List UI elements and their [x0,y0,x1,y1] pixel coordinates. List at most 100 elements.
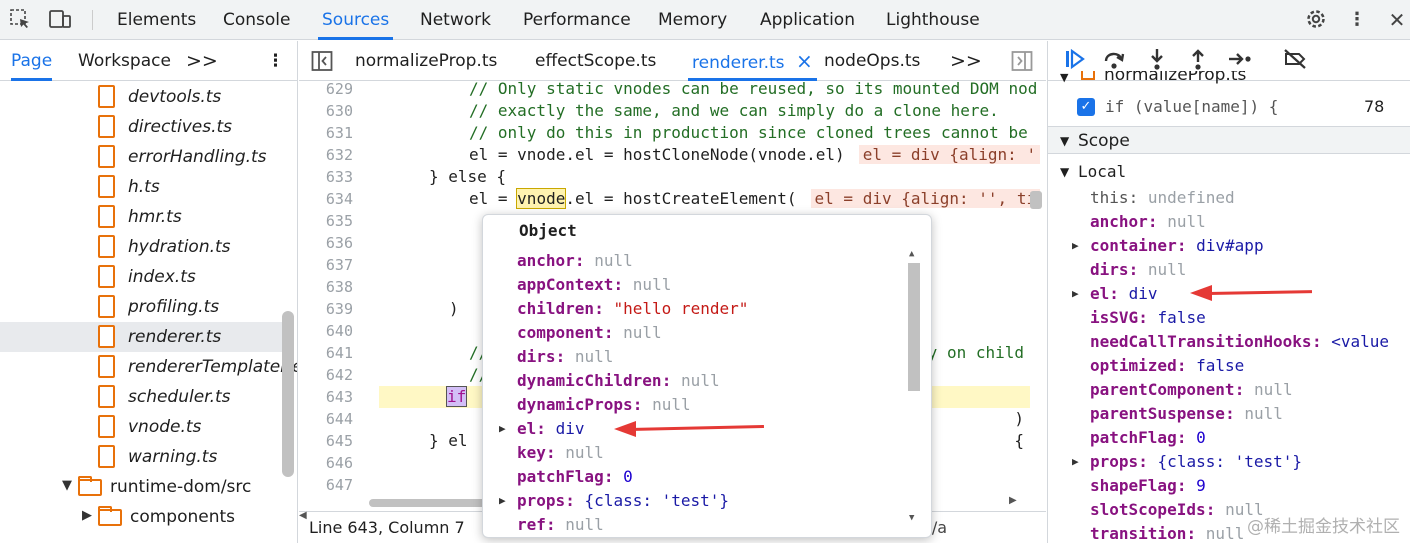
line-number[interactable]: 633 [299,166,353,188]
file-item[interactable]: hmr.ts [0,202,282,232]
more-editor-tabs-button[interactable]: >> [950,41,982,81]
line-number[interactable]: 642 [299,364,353,386]
property-row[interactable]: anchor null: [483,249,903,273]
line-number[interactable]: 636 [299,232,353,254]
file-item[interactable]: directives.ts [0,112,282,142]
tab-lighthouse[interactable]: Lighthouse [886,0,980,40]
property-row[interactable]: dynamicChildren null: [483,369,903,393]
expand-arrow-icon[interactable]: ▶ [499,417,506,441]
scope-variable[interactable]: parentSuspense: null [1048,402,1410,426]
settings-icon[interactable] [1304,8,1328,32]
property-row[interactable]: appContext null: [483,273,903,297]
file-item[interactable]: hydration.ts [0,232,282,262]
local-scope-header[interactable]: ▼ Local [1048,160,1410,184]
expand-arrow-icon[interactable]: ▶ [499,489,506,513]
scope-header[interactable]: ▼ Scope [1048,126,1410,154]
scope-variable[interactable]: shapeFlag:9 [1048,474,1410,498]
toggle-debugger-icon[interactable] [1011,50,1033,72]
file-item[interactable]: h.ts [0,172,282,202]
file-item[interactable]: index.ts [0,262,282,292]
file-item[interactable]: vnode.ts [0,412,282,442]
close-icon[interactable]: ✕ [1385,8,1409,32]
scroll-left-arrow-icon[interactable]: ◀ [299,500,307,532]
folder-item[interactable]: ▶ components [0,502,282,532]
breakpoint-row[interactable]: ✓ if (value[name]) { 78 [1048,95,1410,119]
scroll-down-arrow-icon[interactable]: ▼ [909,513,914,523]
tab-performance[interactable]: Performance [523,0,631,40]
scroll-right-arrow-icon[interactable]: ▶ [1009,495,1017,506]
property-row[interactable]: patchFlag 0: [483,465,903,489]
tab-network[interactable]: Network [420,0,491,40]
line-number[interactable]: 635 [299,210,353,232]
tab-effectscope[interactable]: effectScope.ts [535,41,656,81]
file-item[interactable]: errorHandling.ts [0,142,282,172]
popover-scrollbar[interactable]: ▲ ▼ [907,249,921,529]
line-number[interactable]: 645 [299,430,353,452]
tab-sources[interactable]: Sources [317,0,394,40]
close-tab-icon[interactable]: × [796,49,813,73]
property-row[interactable]: component null: [483,321,903,345]
expand-arrow-icon[interactable]: ▶ [1072,450,1079,474]
scope-variable[interactable]: this: undefined [1048,186,1410,210]
property-row[interactable]: dynamicProps null: [483,393,903,417]
line-number[interactable]: 629 [299,82,353,100]
line-number[interactable]: 640 [299,320,353,342]
property-row[interactable]: children "hello render": [483,297,903,321]
scope-variable[interactable]: anchor: null [1048,210,1410,234]
scope-variable[interactable]: isSVG: false [1048,306,1410,330]
file-item[interactable]: rendererTemplateRe [0,352,297,382]
scope-variable[interactable]: ▶ props: {class: 'test'} [1048,450,1410,474]
inspect-icon[interactable] [8,8,32,32]
line-number[interactable]: 637 [299,254,353,276]
more-vert-icon[interactable]: ⋮ [1345,8,1369,32]
tab-console[interactable]: Console [223,0,291,40]
line-number[interactable]: 631 [299,122,353,144]
line-number[interactable]: 638 [299,276,353,298]
property-row[interactable]: ▶ props {class: 'test'}: [483,489,903,513]
line-number[interactable]: 643 [299,386,353,408]
file-item[interactable]: warning.ts [0,442,282,472]
folder-item[interactable]: ▼ runtime-dom/src [0,472,282,502]
file-item[interactable]: profiling.ts [0,292,282,322]
line-number[interactable]: 639 [299,298,353,320]
tab-nodeops[interactable]: nodeOps.ts [824,41,920,81]
more-tabs-button[interactable]: >> [186,41,218,81]
scope-variable[interactable]: parentComponent: null [1048,378,1410,402]
tab-elements[interactable]: Elements [117,0,196,40]
scope-variable[interactable]: optimized: false [1048,354,1410,378]
property-row[interactable]: key null: [483,441,903,465]
callstack-item[interactable]: ▼ normalizeProp.ts [1048,71,1410,89]
line-number[interactable]: 646 [299,452,353,474]
tab-page[interactable]: Page [11,41,53,81]
line-number[interactable]: 632 [299,144,353,166]
hovered-token[interactable]: vnode [516,188,567,209]
line-number[interactable]: 644 [299,408,353,430]
line-number[interactable]: 641 [299,342,353,364]
scope-variable[interactable]: needCallTransitionHooks: <value [1048,330,1410,354]
file-item[interactable]: renderer.ts [0,322,282,352]
tab-renderer[interactable]: renderer.ts × [688,41,817,81]
line-number[interactable]: 647 [299,474,353,496]
tab-normalizeprop[interactable]: normalizeProp.ts [355,41,497,81]
file-item[interactable]: scheduler.ts [0,382,282,412]
toggle-navigator-icon[interactable] [311,50,333,72]
code-scrollbar-thumb[interactable] [1030,191,1042,209]
line-number[interactable]: 634 [299,188,353,210]
scope-variable[interactable]: dirs: null [1048,258,1410,282]
tab-workspace[interactable]: Workspace [78,41,171,81]
file-item[interactable]: devtools.ts [0,82,282,112]
navigator-menu-button[interactable]: ⋮ [267,41,284,81]
tab-application[interactable]: Application [760,0,855,40]
scope-variable[interactable]: patchFlag:0 [1048,426,1410,450]
breakpoint-checkbox[interactable]: ✓ [1077,98,1095,116]
expand-arrow-icon[interactable]: ▶ [1072,282,1079,306]
line-number[interactable]: 630 [299,100,353,122]
expand-arrow-icon[interactable]: ▶ [1072,234,1079,258]
device-toggle-icon[interactable] [48,8,72,32]
property-row[interactable]: dirs null: [483,345,903,369]
navigator-scrollbar[interactable] [282,311,294,477]
scroll-up-arrow-icon[interactable]: ▲ [909,249,914,259]
property-row[interactable]: ref null: [483,513,903,537]
scope-variable[interactable]: ▶ container: div#app [1048,234,1410,258]
popover-scroll-thumb[interactable] [908,263,920,391]
